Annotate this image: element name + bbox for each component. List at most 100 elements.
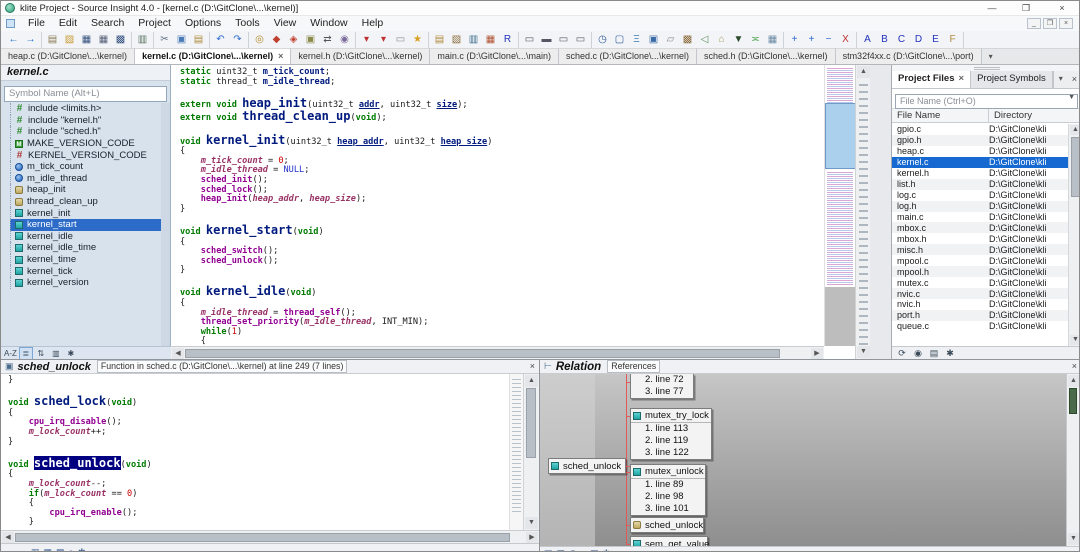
settings-gear-icon[interactable]: ✱ <box>944 348 956 359</box>
context-window-icon[interactable]: ▧ <box>448 32 465 47</box>
window-new-icon[interactable]: ▭ <box>521 32 538 47</box>
bookmark-set-icon[interactable]: ▾ <box>358 32 375 47</box>
preview-code[interactable]: } void sched_lock(void){ cpu_irq_disable… <box>1 374 509 530</box>
symbol-item[interactable]: thread_clean_up <box>10 196 161 208</box>
mdi-minimize-button[interactable]: _ <box>1027 18 1041 29</box>
symbol-item[interactable]: kernel_idle_time <box>10 242 161 254</box>
grid-icon[interactable]: ▦ <box>764 32 781 47</box>
project-report-icon[interactable]: ▦ <box>482 32 499 47</box>
open-file-icon[interactable]: ▨ <box>61 32 78 47</box>
redo-icon[interactable]: ↷ <box>229 32 246 47</box>
symbol-search-input[interactable] <box>4 86 167 102</box>
file-row[interactable]: log.cD:\GitClone\kli <box>892 190 1069 201</box>
symbol-item[interactable]: #KERNEL_VERSION_CODE <box>10 149 161 161</box>
symbol-item[interactable]: kernel_start <box>10 219 161 231</box>
editor-tab-main.c[interactable]: main.c (D:\GitClone\...\main) <box>430 48 559 64</box>
style-f-icon[interactable]: F <box>944 32 961 47</box>
style-b-icon[interactable]: B <box>876 32 893 47</box>
symbol-item[interactable]: kernel_time <box>10 254 161 266</box>
preview-minimap[interactable] <box>509 374 523 530</box>
editor-tab-kernel.h[interactable]: kernel.h (D:\GitClone\...\kernel) <box>291 48 430 64</box>
relation-vertical-scrollbar[interactable]: ▲ ▼ <box>1066 374 1080 546</box>
code-editor[interactable]: static uint32_t m_tick_count;static thre… <box>171 65 824 346</box>
layout-icon[interactable]: ≡ <box>581 548 586 552</box>
relation-line-ref[interactable]: 3. line 122 <box>631 447 711 459</box>
symbol-list-scrollbar[interactable] <box>161 103 170 346</box>
file-row[interactable]: kernel.cD:\GitClone\kli <box>892 157 1069 168</box>
relation-graph[interactable]: sched_unlock2. line 723. line 77mutex_tr… <box>540 374 1068 546</box>
sync-icon[interactable]: ⟳ <box>896 348 908 359</box>
source-view-icon[interactable]: ▣ <box>645 32 662 47</box>
indent-more-icon[interactable]: + <box>803 32 820 47</box>
mdi-close-button[interactable]: × <box>1059 18 1073 29</box>
file-row[interactable]: mpool.cD:\GitClone\kli <box>892 255 1069 266</box>
lock-icon[interactable]: ▩ <box>557 548 566 552</box>
browse-project-icon[interactable]: ◉ <box>912 348 924 359</box>
symbol-item[interactable]: kernel_version <box>10 277 161 289</box>
preview-vertical-scrollbar[interactable]: ▲ ▼ <box>523 374 539 530</box>
scroll-up-arrow[interactable]: ▲ <box>525 375 538 387</box>
editor-tab-kernel.c[interactable]: kernel.c (D:\GitClone\...\kernel)× <box>135 48 291 64</box>
back-icon[interactable]: ← <box>5 547 14 552</box>
draft-view-icon[interactable]: ▱ <box>662 32 679 47</box>
file-detail-icon[interactable]: ▤ <box>928 348 940 359</box>
hscroll-thumb[interactable] <box>185 349 780 358</box>
symbol-item[interactable]: kernel_idle <box>10 231 161 243</box>
back-icon[interactable]: ← <box>5 32 22 47</box>
mdi-restore-button[interactable]: ❒ <box>1043 18 1057 29</box>
chevron-down-icon[interactable]: ▾ <box>1053 71 1068 88</box>
menu-item-file[interactable]: File <box>21 16 52 31</box>
symbol-item[interactable]: MMAKE_VERSION_CODE <box>10 138 161 150</box>
scroll-up-arrow[interactable]: ▲ <box>857 66 870 78</box>
close-icon[interactable]: × <box>530 361 535 371</box>
editor-tab-sched.h[interactable]: sched.h (D:\GitClone\...\kernel) <box>697 48 836 64</box>
symbol-item[interactable]: #include "kernel.h" <box>10 115 161 127</box>
tab-overflow-icon[interactable]: ▾ <box>982 49 1000 64</box>
menu-item-help[interactable]: Help <box>355 16 391 31</box>
style-e-icon[interactable]: E <box>927 32 944 47</box>
symbols-icon[interactable]: ▩ <box>56 547 65 552</box>
relation-line-ref[interactable]: 2. line 119 <box>631 435 711 447</box>
symbol-item[interactable]: #include "sched.h" <box>10 126 161 138</box>
sync-file-icon[interactable]: ◁ <box>696 32 713 47</box>
browse-icon[interactable]: ◉ <box>336 32 353 47</box>
print-icon[interactable]: ▥ <box>134 32 151 47</box>
menu-item-edit[interactable]: Edit <box>52 16 84 31</box>
relation-line-ref[interactable]: 2. line 98 <box>631 491 705 503</box>
menu-item-search[interactable]: Search <box>84 16 131 31</box>
symbol-item[interactable]: #include <limits.h> <box>10 103 161 115</box>
copy-icon[interactable]: ▣ <box>173 32 190 47</box>
relation-graph-icon[interactable]: Ξ <box>628 32 645 47</box>
style-c-icon[interactable]: C <box>893 32 910 47</box>
file-name-search-input[interactable] <box>895 94 1078 109</box>
file-row[interactable]: main.cD:\GitClone\kli <box>892 212 1069 223</box>
book-icon[interactable]: ▦ <box>44 547 53 552</box>
doc-icon[interactable]: ▥ <box>31 547 40 552</box>
symbol-settings-gear-icon[interactable]: ✱ <box>65 348 77 359</box>
gear-icon[interactable]: ✱ <box>603 548 611 552</box>
window-horizontal-icon[interactable]: ▭ <box>555 32 572 47</box>
undo-icon[interactable]: ↶ <box>212 32 229 47</box>
file-row[interactable]: gpio.cD:\GitClone\kli <box>892 124 1069 135</box>
delete-line-icon[interactable]: X <box>837 32 854 47</box>
file-row[interactable]: list.hD:\GitClone\kli <box>892 179 1069 190</box>
file-row[interactable]: mutex.cD:\GitClone\kli <box>892 277 1069 288</box>
zoom-icon[interactable]: ◎ <box>569 548 577 552</box>
symbol-item[interactable]: heap_init <box>10 184 161 196</box>
panel-splitter[interactable] <box>870 65 891 359</box>
relation-mode-badge[interactable]: References <box>607 360 660 373</box>
file-row[interactable]: mpool.hD:\GitClone\kli <box>892 266 1069 277</box>
relation-line-ref[interactable]: 1. line 89 <box>631 479 705 491</box>
symbol-list-icon[interactable]: ▤ <box>431 32 448 47</box>
forward-icon[interactable]: → <box>18 547 27 552</box>
symbol-item[interactable]: m_idle_thread <box>10 173 161 185</box>
menu-item-tools[interactable]: Tools <box>228 16 267 31</box>
relation-root-node[interactable]: sched_unlock <box>548 458 626 474</box>
relation-node[interactable]: mutex_unlock1. line 892. line 983. line … <box>630 464 706 516</box>
scroll-down-arrow[interactable]: ▼ <box>1068 533 1079 545</box>
preview-horizontal-scrollbar[interactable]: ◀ ▶ <box>1 530 539 543</box>
editor-minimap[interactable] <box>824 65 855 346</box>
search-forward-icon[interactable]: ◆ <box>268 32 285 47</box>
vscroll-thumb[interactable] <box>526 388 536 458</box>
relation-node[interactable]: sched_unlock <box>630 517 704 533</box>
